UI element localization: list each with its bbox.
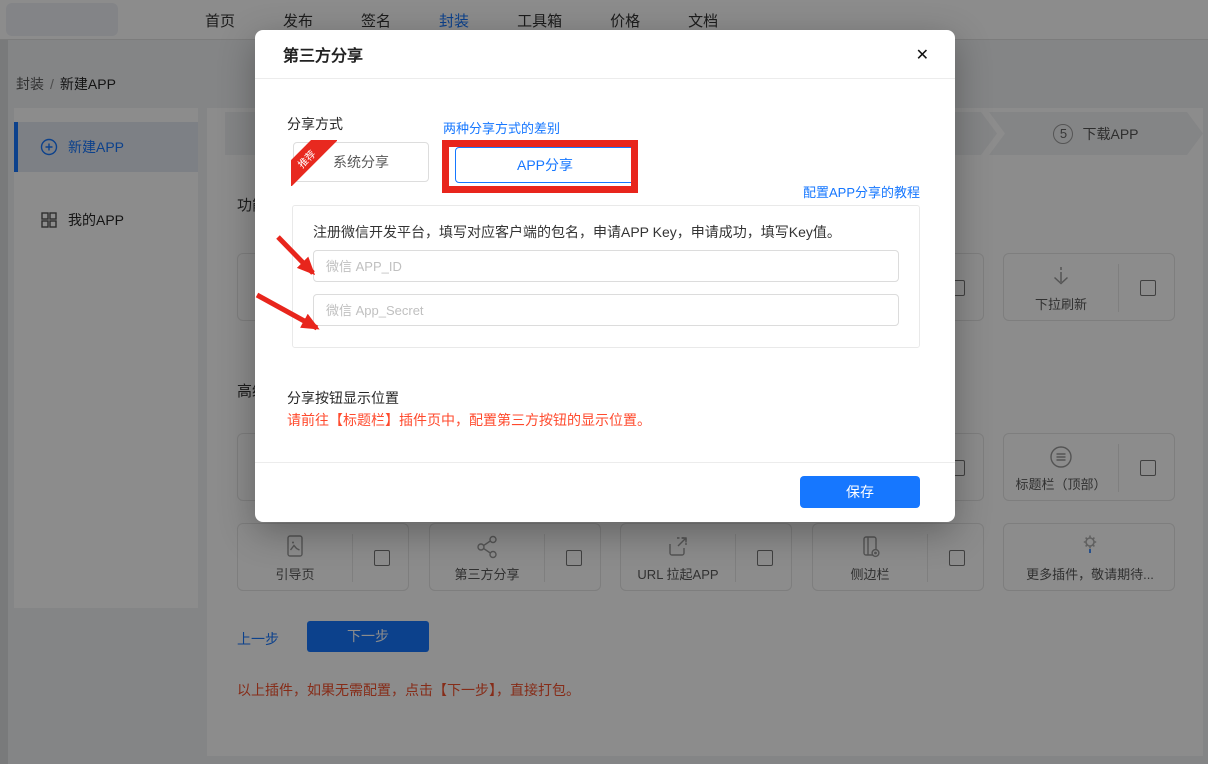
share-method-label: 分享方式 (287, 114, 343, 134)
modal-title: 第三方分享 (283, 42, 363, 66)
third-party-share-modal: 第三方分享 ✕ 分享方式 两种分享方式的差别 推荐 系统分享 APP分享 配置A… (255, 30, 955, 522)
wechat-config-panel: 注册微信开发平台，填写对应客户端的包名，申请APP Key，申请成功，填写Key… (292, 205, 920, 348)
wechat-app-id-input[interactable] (313, 250, 899, 282)
share-diff-link[interactable]: 两种分享方式的差别 (443, 118, 560, 137)
share-button-position-label: 分享按钮显示位置 (287, 388, 399, 408)
arrow-annotation-app-id (278, 237, 313, 273)
modal-header: 第三方分享 (255, 30, 955, 79)
wechat-app-secret-input[interactable] (313, 294, 899, 326)
close-icon[interactable]: ✕ (916, 45, 929, 65)
tab-system-share-label: 系统分享 (333, 152, 389, 172)
app-share-tutorial-link[interactable]: 配置APP分享的教程 (803, 182, 920, 201)
tab-system-share[interactable]: 推荐 系统分享 (293, 142, 429, 182)
share-button-position-note: 请前往【标题栏】插件页中，配置第三方按钮的显示位置。 (287, 410, 651, 430)
highlight-rectangle-annotation (442, 140, 638, 193)
modal-footer-divider (255, 462, 955, 463)
save-button[interactable]: 保存 (800, 476, 920, 508)
wechat-config-instruction: 注册微信开发平台，填写对应客户端的包名，申请APP Key，申请成功，填写Key… (313, 222, 841, 242)
recommend-ribbon: 推荐 (291, 140, 337, 186)
arrow-annotations (245, 228, 345, 343)
recommend-ribbon-label: 推荐 (291, 140, 337, 186)
arrow-annotation-app-secret (257, 295, 317, 328)
